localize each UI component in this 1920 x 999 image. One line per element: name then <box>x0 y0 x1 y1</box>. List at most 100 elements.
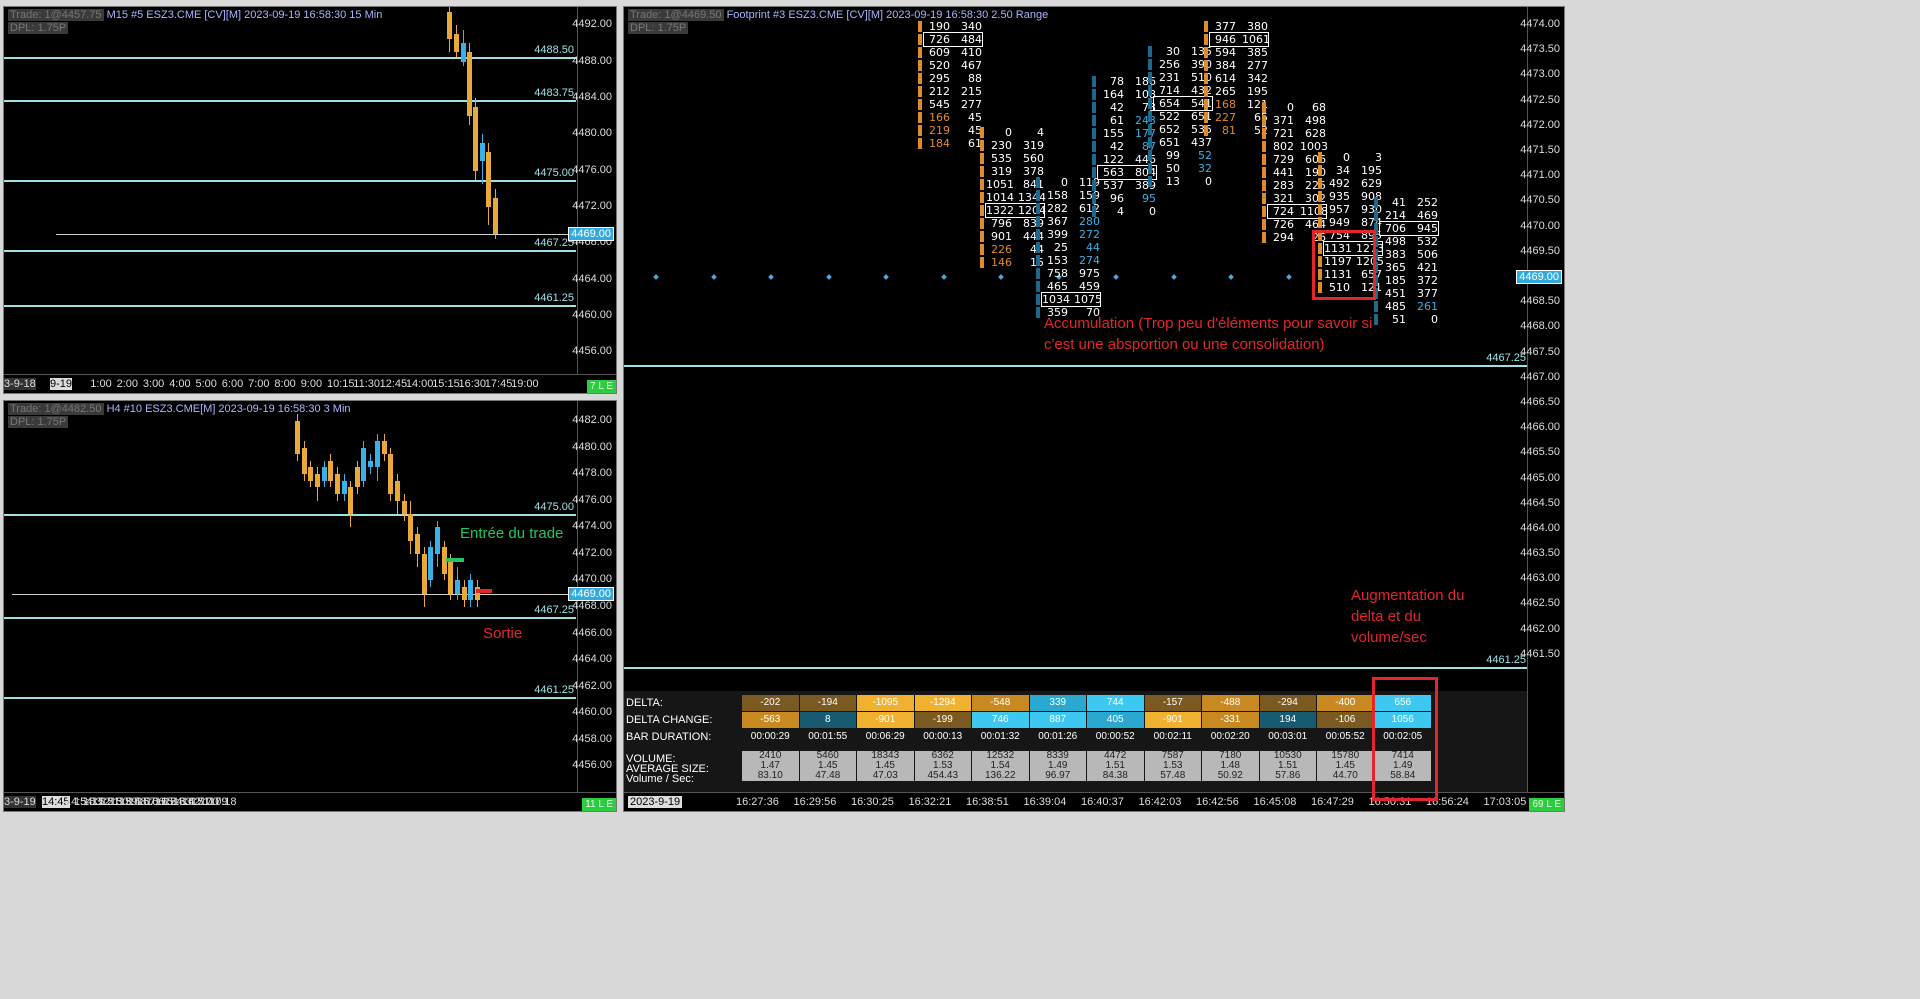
chart-h4-panel[interactable]: Trade: 1@4482.50 H4 #10 ESZ3.CME[M] 2023… <box>3 400 617 812</box>
time-axis[interactable]: 3-9-18 9-19 1:00 2:00 3:00 4:00 5:00 6:00 7:00 8:… <box>4 374 616 393</box>
bid-volume: 1034 <box>1042 293 1070 307</box>
footprint-bar <box>1036 229 1040 241</box>
price-axis[interactable]: 4492.00 4488.00 4484.00 4480.00 4476.00 4472.… <box>568 7 616 375</box>
footprint-panel[interactable]: Trade: 1@4469.50 Footprint #3 ESZ3.CME [… <box>623 6 1565 812</box>
footprint-bar <box>1374 210 1378 222</box>
current-price-line <box>12 593 576 595</box>
ask-volume: 252 <box>1417 196 1438 210</box>
ask-volume: 908 <box>1361 190 1382 204</box>
time-label: 16:40:37 <box>1081 796 1124 808</box>
bid-volume: 153 <box>1047 254 1068 268</box>
ask-volume: 467 <box>961 59 982 73</box>
bid-volume: 164 <box>1103 88 1124 102</box>
status-badge: 69 L E <box>1529 798 1564 811</box>
level-line <box>4 56 576 59</box>
footprint-row: 946 1061 <box>1204 32 1270 48</box>
bid-volume: 212 <box>929 85 950 99</box>
price-axis[interactable]: 4474.00 4473.50 4473.00 4472.50 4472.00 4471.… <box>1516 7 1564 793</box>
price-tick: 4468.00 <box>1520 320 1560 333</box>
candle-body <box>388 454 393 494</box>
candle-body <box>473 106 478 171</box>
bid-volume: 61 <box>1110 114 1124 128</box>
price-tick: 4462.50 <box>1520 597 1560 610</box>
footprint-row: 212 215 <box>918 85 982 99</box>
stats-cell-bar-duration: 00:01:32 <box>980 731 1020 742</box>
footprint-row: 383 506 <box>1374 248 1438 261</box>
bid-volume: 4 <box>1117 205 1124 219</box>
footprint-bar <box>1204 112 1208 124</box>
bid-volume: 365 <box>1385 261 1406 275</box>
ask-volume: 44 <box>1086 241 1100 255</box>
ask-volume: 195 <box>1361 164 1382 178</box>
footprint-row: 265 195 <box>1204 85 1268 98</box>
time-label: 11:30 <box>353 378 381 390</box>
time-label: 12:45 <box>379 378 408 390</box>
candle-body <box>422 553 427 594</box>
level-line <box>624 365 1528 368</box>
time-label: 16:39:04 <box>1023 796 1067 808</box>
candle-body <box>467 52 472 117</box>
footprint-bar <box>980 230 984 242</box>
stats-cell-volume-sec: 84.38 <box>1087 771 1144 781</box>
candle-body <box>454 34 459 53</box>
time-axis[interactable]: 3-9-19 14:45 14:54 15:03 15:12 15:21 15:30 15:3… <box>4 792 616 811</box>
chart-m15-plot[interactable]: 4488.50 4483.75 4475.00 4467.25 4461.25 <box>4 7 576 375</box>
footprint-row: 371 498 <box>1262 114 1326 127</box>
bid-volume: 935 <box>1329 190 1350 204</box>
footprint-row: 153 274 <box>1036 254 1100 268</box>
time-label: 8:00 <box>274 378 296 390</box>
bid-volume: 726 <box>929 33 950 47</box>
ask-volume: 277 <box>1247 59 1268 73</box>
time-label: 7:00 <box>248 378 270 390</box>
footprint-bar <box>1262 179 1266 191</box>
bid-volume: 706 <box>1385 222 1406 236</box>
footprint-bar <box>1204 99 1208 111</box>
footprint-bar <box>1036 203 1040 215</box>
footprint-row: 758 975 <box>1036 267 1100 280</box>
stats-label-bar-duration: BAR DURATION: <box>626 731 712 743</box>
poc-dot <box>710 274 717 280</box>
footprint-row: 219 45 <box>918 124 982 137</box>
footprint-plot[interactable]: 4467.25 4461.25 190 340 726 484 609 410 520 467 29… <box>624 7 1528 793</box>
price-tick: 4469.50 <box>1520 244 1560 257</box>
footprint-row: 377 380 <box>1204 20 1268 33</box>
footprint-bar <box>1092 141 1096 153</box>
entry-marker <box>446 558 464 562</box>
time-label: 16:45:08 <box>1253 796 1297 808</box>
price-tick: 4464.50 <box>1520 496 1560 509</box>
stats-cell-delta-change: -199 <box>914 712 971 728</box>
footprint-bar <box>1262 218 1266 230</box>
bid-volume: 537 <box>1103 179 1124 193</box>
footprint-bar <box>1318 165 1322 177</box>
footprint-column: 377 380 946 1061 594 385 384 277 614 342 265 195 168… <box>1204 20 1270 137</box>
ask-volume: 1204 <box>1018 203 1046 217</box>
footprint-row: 190 340 <box>918 20 982 33</box>
stats-cell-bar-duration: 00:06:29 <box>865 731 905 742</box>
ask-volume: 535 <box>1191 123 1212 137</box>
level-line <box>4 616 576 619</box>
footprint-row: 384 277 <box>1204 59 1268 73</box>
footprint-row: 166 45 <box>918 111 982 124</box>
bid-volume: 1051 <box>986 177 1014 191</box>
footprint-bar <box>918 99 922 111</box>
candle-body <box>348 487 353 514</box>
stats-cell-delta: -548 <box>972 695 1029 711</box>
footprint-bar <box>980 243 984 255</box>
bid-volume: 96 <box>1110 192 1124 206</box>
stats-cell-volume-sec: 50.92 <box>1202 771 1259 781</box>
chart-m15-panel[interactable]: Trade: 1@4457.75 M15 #5 ESZ3.CME [CV][M]… <box>3 6 617 394</box>
level-line <box>4 513 576 516</box>
price-axis[interactable]: 4482.00 4480.00 4478.00 4476.00 4474.00 4472.… <box>568 401 616 793</box>
bid-volume: 714 <box>1159 84 1180 98</box>
price-tick: 4460.00 <box>572 706 612 719</box>
chart-h4-plot[interactable]: 4475.00 4467.25 4461.25 <box>4 401 576 793</box>
level-line <box>4 304 576 307</box>
bid-volume: 545 <box>929 98 950 112</box>
stats-cell-volume-sec: 44.70 <box>1317 771 1374 781</box>
price-tick: 4464.00 <box>572 272 612 285</box>
bid-volume: 802 <box>1273 139 1294 153</box>
ask-volume: 73 <box>1130 101 1156 114</box>
price-tick: 4463.00 <box>1520 572 1560 585</box>
candle-body <box>308 467 313 481</box>
price-tick: 4476.00 <box>572 163 612 176</box>
